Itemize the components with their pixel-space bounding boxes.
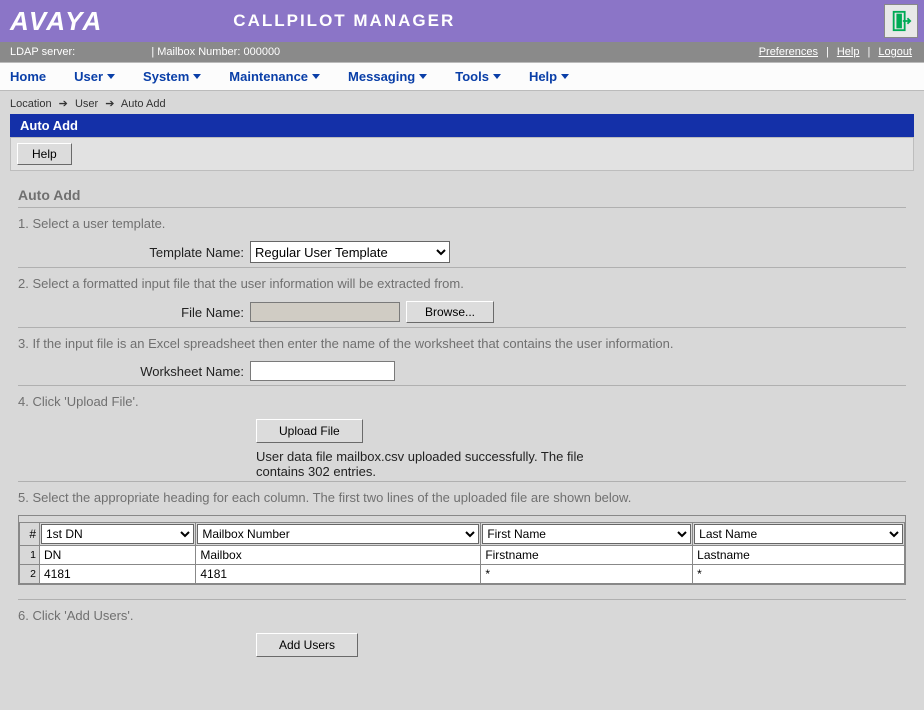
browse-button[interactable]: Browse... bbox=[406, 301, 494, 323]
file-name-label: File Name: bbox=[18, 305, 250, 320]
chevron-down-icon bbox=[193, 74, 201, 79]
worksheet-name-label: Worksheet Name: bbox=[18, 364, 250, 379]
door-exit-svg bbox=[890, 10, 912, 32]
col4-header: Last Name bbox=[693, 523, 905, 546]
arrow-right-icon: ➔ bbox=[105, 98, 114, 110]
template-name-select[interactable]: Regular User Template bbox=[250, 241, 450, 263]
breadcrumb-user[interactable]: User bbox=[75, 98, 98, 110]
app-title: CALLPILOT MANAGER bbox=[233, 11, 455, 31]
col2-select[interactable]: Mailbox Number bbox=[197, 524, 479, 544]
page-subtitle: Auto Add bbox=[18, 187, 906, 203]
menu-tools[interactable]: Tools bbox=[455, 69, 501, 84]
col4-select[interactable]: Last Name bbox=[694, 524, 903, 544]
breadcrumb-autoadd: Auto Add bbox=[121, 98, 166, 110]
brand-logo: AVAYA bbox=[10, 6, 103, 37]
table-row: 2 4181 4181 * * bbox=[20, 565, 905, 584]
col1-header: 1st DN bbox=[40, 523, 196, 546]
menu-help[interactable]: Help bbox=[529, 69, 569, 84]
chevron-down-icon bbox=[561, 74, 569, 79]
worksheet-name-input[interactable] bbox=[250, 361, 395, 381]
arrow-right-icon: ➔ bbox=[59, 98, 68, 110]
preferences-link[interactable]: Preferences bbox=[759, 46, 818, 58]
upload-status-text: User data file mailbox.csv uploaded succ… bbox=[256, 449, 616, 479]
content-area: Location ➔ User ➔ Auto Add Auto Add Help… bbox=[0, 91, 924, 677]
add-users-button[interactable]: Add Users bbox=[256, 633, 358, 657]
col1-select[interactable]: 1st DN bbox=[41, 524, 194, 544]
help-button[interactable]: Help bbox=[17, 143, 72, 165]
breadcrumb-location[interactable]: Location bbox=[10, 98, 52, 110]
section-header: Auto Add bbox=[10, 114, 914, 137]
step4-text: 4. Click 'Upload File'. bbox=[18, 394, 906, 409]
col2-header: Mailbox Number bbox=[196, 523, 481, 546]
top-bar: AVAYA CALLPILOT MANAGER bbox=[0, 0, 924, 42]
exit-door-icon[interactable] bbox=[884, 4, 918, 38]
step6-text: 6. Click 'Add Users'. bbox=[18, 608, 906, 623]
ldap-label: LDAP server: bbox=[10, 46, 75, 58]
menu-home[interactable]: Home bbox=[10, 69, 46, 84]
preview-table-wrap: # 1st DN Mailbox Number First Name Last … bbox=[18, 515, 906, 585]
upload-file-button[interactable]: Upload File bbox=[256, 419, 363, 443]
divider bbox=[18, 385, 906, 386]
step2-text: 2. Select a formatted input file that th… bbox=[18, 276, 906, 291]
menu-maintenance[interactable]: Maintenance bbox=[229, 69, 320, 84]
divider bbox=[18, 207, 906, 208]
step3-text: 3. If the input file is an Excel spreads… bbox=[18, 336, 906, 351]
help-link-top[interactable]: Help bbox=[837, 46, 860, 58]
page-body: Auto Add 1. Select a user template. Temp… bbox=[10, 177, 914, 677]
file-name-input[interactable] bbox=[250, 302, 400, 322]
mailbox-value: 000000 bbox=[243, 46, 280, 58]
step1-text: 1. Select a user template. bbox=[18, 216, 906, 231]
divider bbox=[18, 599, 906, 600]
table-row: 1 DN Mailbox Firstname Lastname bbox=[20, 546, 905, 565]
menu-system[interactable]: System bbox=[143, 69, 201, 84]
divider bbox=[18, 481, 906, 482]
help-row: Help bbox=[10, 137, 914, 171]
col-num-header: # bbox=[20, 523, 40, 546]
logout-link[interactable]: Logout bbox=[878, 46, 912, 58]
template-name-label: Template Name: bbox=[18, 245, 250, 260]
menu-bar: Home User System Maintenance Messaging T… bbox=[0, 62, 924, 91]
chevron-down-icon bbox=[107, 74, 115, 79]
mailbox-label: | Mailbox Number: bbox=[151, 46, 240, 58]
breadcrumb: Location ➔ User ➔ Auto Add bbox=[0, 91, 924, 114]
col3-select[interactable]: First Name bbox=[482, 524, 691, 544]
step5-text: 5. Select the appropriate heading for ea… bbox=[18, 490, 906, 505]
status-bar: LDAP server: | Mailbox Number: 000000 Pr… bbox=[0, 42, 924, 62]
divider bbox=[18, 267, 906, 268]
preview-table: # 1st DN Mailbox Number First Name Last … bbox=[19, 522, 905, 584]
menu-user[interactable]: User bbox=[74, 69, 115, 84]
menu-messaging[interactable]: Messaging bbox=[348, 69, 427, 84]
chevron-down-icon bbox=[419, 74, 427, 79]
col3-header: First Name bbox=[481, 523, 693, 546]
chevron-down-icon bbox=[312, 74, 320, 79]
divider bbox=[18, 327, 906, 328]
chevron-down-icon bbox=[493, 74, 501, 79]
